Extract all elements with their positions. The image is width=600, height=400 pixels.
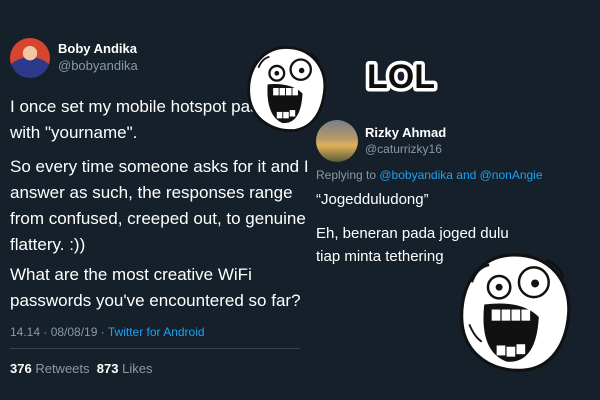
rage-face-lol-icon: [247, 46, 327, 132]
retweets-stat[interactable]: 376 Retweets: [10, 361, 90, 376]
retweets-label: Retweets: [35, 361, 90, 376]
likes-count: 873: [96, 361, 119, 376]
lol-text: LOL: [367, 58, 435, 96]
divider: [10, 348, 300, 349]
tweet-meta: 14.14 · 08/08/19 · Twitter for Android: [10, 325, 205, 339]
reply-author-handle[interactable]: @caturrizky16: [365, 142, 442, 156]
retweets-count: 376: [10, 361, 32, 376]
rage-face-lol-icon: [460, 253, 571, 372]
tweet-text-paragraph: What are the most creative WiFi password…: [10, 265, 301, 310]
reply-text-line: “Jogedduludong”: [316, 191, 429, 208]
avatar[interactable]: [10, 38, 50, 78]
tweet-source-link[interactable]: Twitter for Android: [108, 325, 205, 339]
author-handle[interactable]: @bobyandika: [58, 58, 138, 73]
tweet-timestamp[interactable]: 14.14 · 08/08/19 ·: [10, 325, 108, 339]
lol-sticker: LOL LOL: [364, 55, 439, 99]
reply-mentions-link[interactable]: @bobyandika and @nonAngie: [379, 168, 542, 182]
likes-label: Likes: [122, 361, 153, 376]
tweet-text-paragraph: So every time someone asks for it and I …: [10, 157, 309, 254]
author-name[interactable]: Boby Andika: [58, 41, 137, 56]
replying-to: Replying to @bobyandika and @nonAngie: [316, 168, 543, 182]
likes-stat[interactable]: 873 Likes: [97, 361, 153, 376]
reply-author-name[interactable]: Rizky Ahmad: [365, 125, 446, 140]
replying-to-label: Replying to: [316, 168, 380, 182]
tweet-stats: 376 Retweets 873 Likes: [10, 361, 152, 376]
